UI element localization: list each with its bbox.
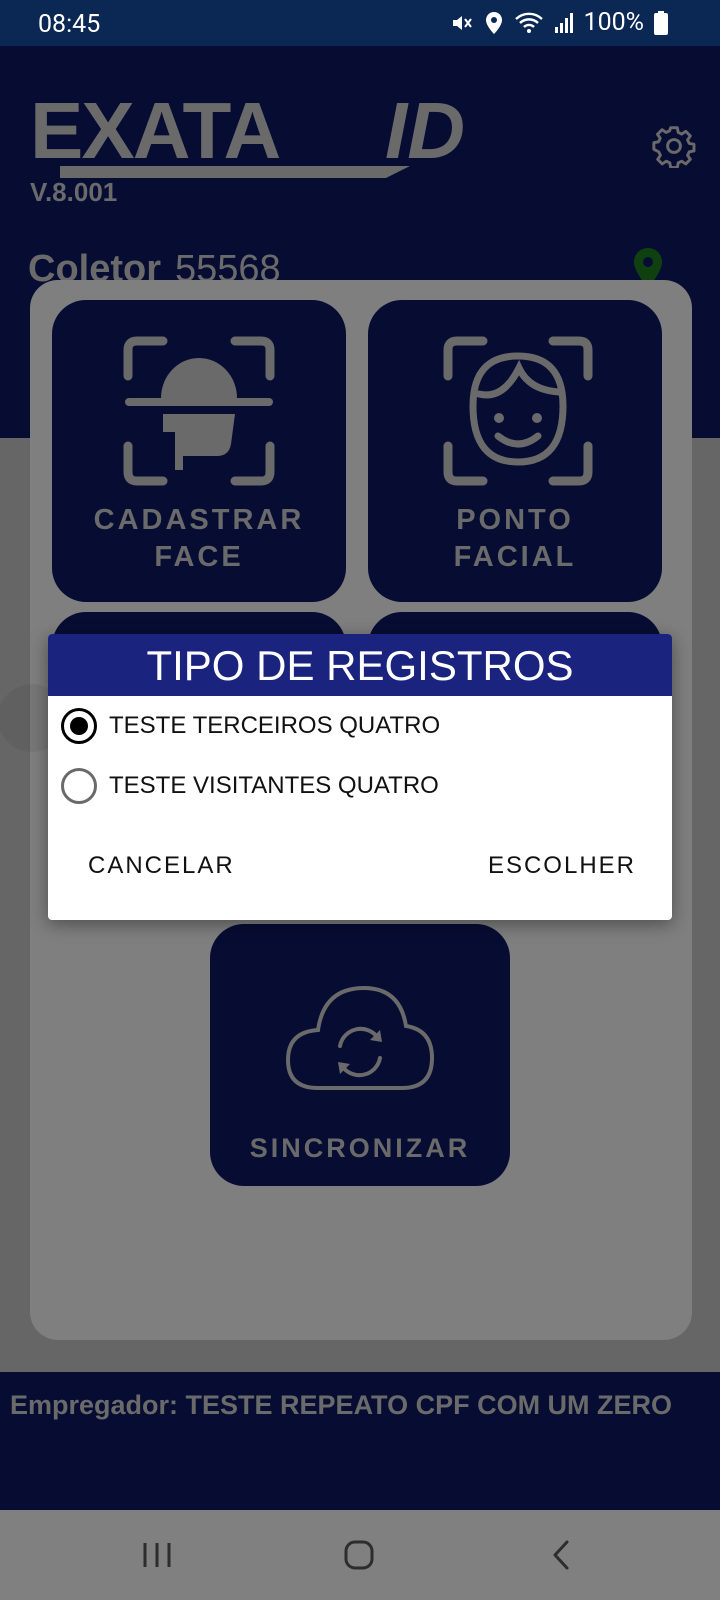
radio-selected-icon[interactable]: [61, 708, 97, 744]
dialog-title: TIPO DE REGISTROS: [48, 634, 672, 696]
mute-icon: [450, 11, 474, 35]
option-terceiros[interactable]: TESTE TERCEIROS QUATRO: [48, 696, 672, 756]
choose-button[interactable]: ESCOLHER: [488, 852, 636, 880]
option-label: TESTE TERCEIROS QUATRO: [109, 712, 441, 739]
cancel-button[interactable]: CANCELAR: [88, 852, 235, 880]
signal-icon: [554, 12, 574, 34]
status-bar: 08:45 100%: [0, 0, 720, 46]
battery-percent: 100%: [583, 8, 644, 37]
location-icon: [484, 11, 504, 35]
tipo-registros-dialog: TIPO DE REGISTROS TESTE TERCEIROS QUATRO…: [48, 634, 672, 920]
option-visitantes[interactable]: TESTE VISITANTES QUATRO: [48, 756, 672, 816]
battery-icon: [654, 10, 668, 35]
wifi-icon: [514, 11, 544, 35]
option-label: TESTE VISITANTES QUATRO: [109, 772, 439, 799]
radio-unselected-icon[interactable]: [61, 768, 97, 804]
status-time: 08:45: [38, 10, 101, 39]
status-icons: 100%: [450, 8, 668, 37]
